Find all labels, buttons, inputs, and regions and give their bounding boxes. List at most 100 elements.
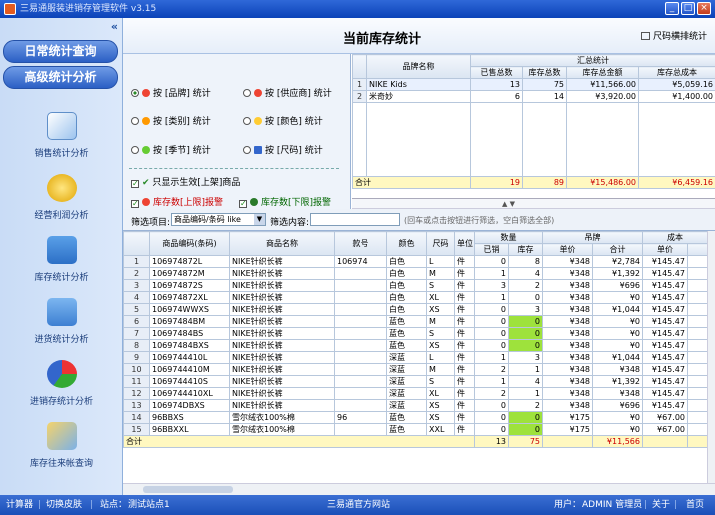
- home-link[interactable]: 首页: [686, 495, 704, 515]
- nav-purchase-analysis[interactable]: 进货统计分析: [0, 298, 123, 360]
- divider: [129, 168, 339, 169]
- nav-ledger-query[interactable]: 库存往来帐查询: [0, 422, 123, 484]
- apple-icon: [142, 198, 150, 206]
- col-code[interactable]: 商品编码(条码): [149, 231, 230, 256]
- site-label: 站点：: [100, 500, 128, 510]
- size-horizontal-button[interactable]: 尺码横排统计: [640, 29, 707, 42]
- leaf-icon: [142, 146, 150, 154]
- lower-alert-checkbox[interactable]: ✓ 库存数[下限]报警: [239, 195, 331, 208]
- col-size[interactable]: 尺码: [426, 231, 455, 256]
- col-brand-name[interactable]: 品牌名称: [366, 54, 471, 79]
- panel-header: 当前库存统计 尺码横排统计: [123, 18, 715, 54]
- table-row[interactable]: 11 1069744410S NIKE针织长裤 深蓝 S 件 1 4 ¥348 ¥1,392 ¥14…: [123, 375, 708, 388]
- close-button[interactable]: ×: [697, 2, 711, 15]
- user-label: 用户：: [554, 500, 582, 510]
- grid-total-row: 合计 13 75 ¥11,566: [123, 435, 708, 448]
- coins-icon: [46, 174, 77, 202]
- table-row[interactable]: 7 10697484BS NIKE针织长裤 蓝色 S 件 0 0 ¥348 ¥0 ¥145.47: [123, 327, 708, 340]
- calculator-link[interactable]: 计算器: [6, 495, 33, 515]
- only-active-checkbox[interactable]: ✓ ✔ 只显示生效[上架]商品: [131, 175, 240, 188]
- splitter-grip-icon: ▲ ▼: [502, 200, 515, 208]
- check-icon: ✔: [142, 178, 153, 188]
- switch-skin-link[interactable]: 切换皮肤: [46, 495, 82, 515]
- warehouse-icon: [46, 236, 77, 264]
- vertical-scrollbar[interactable]: [707, 231, 715, 483]
- nav-stock-analysis[interactable]: 库存统计分析: [0, 236, 123, 298]
- maximize-button[interactable]: □: [681, 2, 695, 15]
- pie-chart-icon: [46, 360, 77, 388]
- sales-chart-icon: [46, 112, 77, 140]
- nav-profit-analysis[interactable]: 经营利润分析: [0, 174, 123, 236]
- about-link[interactable]: 关于: [652, 495, 670, 515]
- official-website-link[interactable]: 三易通官方网站: [327, 495, 390, 515]
- radio-season[interactable]: 按 [季节] 统计: [131, 143, 211, 156]
- status-bar: 计算器 | 切换皮肤 | 站点： 测试站点1 三易通官方网站 用户： ADMIN…: [0, 495, 715, 515]
- filter-item-label: 筛选项目:: [131, 218, 171, 228]
- col-sold-total[interactable]: 已售总数: [470, 66, 523, 79]
- table-row[interactable]: 6 10697484BM NIKE针织长裤 蓝色 M 件 0 0 ¥348 ¥0 ¥145.47: [123, 315, 708, 328]
- table-row[interactable]: 1 NIKE Kids 13 75 ¥11,566.00 ¥5,059.16: [352, 78, 715, 91]
- grid-icon: [640, 32, 650, 40]
- col-unit[interactable]: 单位: [454, 231, 475, 256]
- chevron-down-icon: ▼: [254, 214, 265, 225]
- apple-icon: [254, 89, 262, 97]
- table-row[interactable]: 14 96BBXS 雪尔绒衣100%棉 96 蓝色 XS 件 0 0 ¥175 ¥0 ¥67.00: [123, 411, 708, 424]
- table-row[interactable]: 5 106974WWXS NIKE针织长裤 白色 XS 件 0 3 ¥348 ¥1,044 ¥145…: [123, 303, 708, 316]
- daily-stats-button[interactable]: 日常统计查询: [3, 40, 118, 63]
- table-row[interactable]: 13 106974DBXS NIKE针织长裤 深蓝 XS 件 0 2 ¥348 ¥696 ¥145.…: [123, 399, 708, 412]
- user-value: ADMIN 管理员: [582, 500, 643, 510]
- col-stock-cost[interactable]: 库存总成本: [638, 66, 715, 79]
- upper-alert-checkbox[interactable]: ✓ 库存数[上限]报警: [131, 195, 223, 208]
- bar-chart-icon: [254, 146, 262, 154]
- radio-brand[interactable]: 按 [品牌] 统计: [131, 86, 211, 99]
- table-row[interactable]: 9 1069744410L NIKE针织长裤 深蓝 L 件 1 3 ¥348 ¥1,044 ¥145…: [123, 351, 708, 364]
- collapse-icon[interactable]: «: [111, 20, 118, 33]
- radio-size[interactable]: 按 [尺码] 统计: [243, 143, 323, 156]
- nav-sales-analysis[interactable]: 销售统计分析: [0, 112, 123, 174]
- filter-content-input[interactable]: [310, 213, 400, 226]
- col-sold[interactable]: 已销: [474, 243, 509, 256]
- col-stock-total[interactable]: 库存总数: [522, 66, 567, 79]
- smiley-icon: [254, 117, 262, 125]
- orange-icon: [142, 117, 150, 125]
- summary-table: 品牌名称 汇总统计 已售总数 库存总数 库存总金额 库存总成本 1 NIKE K…: [352, 54, 715, 199]
- col-name[interactable]: 商品名称: [229, 231, 335, 256]
- col-cost-price[interactable]: 单价: [642, 243, 688, 256]
- col-tag-total[interactable]: 合计: [592, 243, 643, 256]
- col-style[interactable]: 款号: [334, 231, 387, 256]
- table-row[interactable]: 4 106974872XL NIKE针织长裤 白色 XL 件 1 0 ¥348 ¥0 ¥145.47: [123, 291, 708, 304]
- table-row[interactable]: 10 1069744410M NIKE针织长裤 深蓝 M 件 2 1 ¥348 ¥348 ¥145.…: [123, 363, 708, 376]
- horizontal-scrollbar[interactable]: [123, 483, 715, 495]
- filter-hint: (回车或点击按钮进行筛选，空白筛选全部): [404, 216, 555, 225]
- inbound-icon: [46, 298, 77, 326]
- options-panel: 按 [品牌] 统计 按 [供应商] 统计 按 [类别] 统计 按 [颜色] 统计…: [123, 54, 351, 209]
- table-row[interactable]: 2 106974872M NIKE针织长裤 白色 M 件 1 4 ¥348 ¥1,392 ¥145.…: [123, 267, 708, 280]
- table-row[interactable]: 2 米奇妙 6 14 ¥3,920.00 ¥1,400.00: [352, 90, 715, 103]
- window-title: 三易通服装进销存管理软件 v3.15: [20, 4, 157, 14]
- summary-group-header: 汇总统计: [470, 54, 715, 67]
- col-color[interactable]: 颜色: [386, 231, 427, 256]
- col-stock[interactable]: 库存: [508, 243, 543, 256]
- radio-color[interactable]: 按 [颜色] 统计: [243, 114, 323, 127]
- radio-category[interactable]: 按 [类别] 统计: [131, 114, 211, 127]
- table-row[interactable]: 12 1069744410XL NIKE针织长裤 深蓝 XL 件 2 1 ¥348 ¥348 ¥14…: [123, 387, 708, 400]
- table-row[interactable]: 8 10697484BXS NIKE针织长裤 蓝色 XS 件 0 0 ¥348 ¥0 ¥145.47: [123, 339, 708, 352]
- radio-supplier[interactable]: 按 [供应商] 统计: [243, 86, 332, 99]
- minimize-button[interactable]: _: [665, 2, 679, 15]
- scrollbar-thumb[interactable]: [143, 486, 233, 493]
- title-bar: 三易通服装进销存管理软件 v3.15 _ □ ×: [0, 0, 715, 18]
- advanced-stats-button[interactable]: 高级统计分析: [3, 66, 118, 89]
- nav-inventory-flow-analysis[interactable]: 进销存统计分析: [0, 360, 123, 422]
- table-row[interactable]: 15 96BBXXL 雪尔绒衣100%棉 蓝色 XXL 件 0 0 ¥175 ¥0 ¥67.00: [123, 423, 708, 436]
- sidebar: « 日常统计查询 高级统计分析 销售统计分析 经营利润分析 库存统计分析 进货统…: [0, 18, 123, 495]
- table-row[interactable]: 1 106974872L NIKE针织长裤 106974 白色 L 件 0 8 ¥348 ¥2,78…: [123, 255, 708, 268]
- col-stock-amount[interactable]: 库存总金额: [566, 66, 639, 79]
- table-row[interactable]: 3 106974872S NIKE针织长裤 白色 S 件 3 2 ¥348 ¥696 ¥145.47: [123, 279, 708, 292]
- splitter-bar[interactable]: ▲ ▼: [352, 199, 715, 209]
- summary-total-row: 合计 19 89 ¥15,486.00 ¥6,459.16: [352, 176, 715, 189]
- filter-item-select[interactable]: 商品编码/条码 like ▼: [171, 213, 266, 226]
- apple-icon: [142, 89, 150, 97]
- col-tag-price[interactable]: 单价: [542, 243, 593, 256]
- filter-bar: 筛选项目: 商品编码/条码 like ▼ 筛选内容: (回车或点击按钮进行筛选，空…: [123, 209, 715, 231]
- watermelon-icon: [250, 198, 258, 206]
